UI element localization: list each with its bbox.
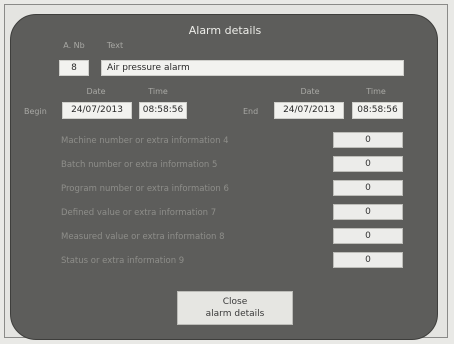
- alarm-details-dialog: Alarm details A. Nb Text 8 Air pressure …: [10, 14, 438, 340]
- begin-label: Begin: [24, 107, 47, 116]
- begin-date-field: 24/07/2013: [62, 102, 132, 119]
- begin-date-label: Date: [86, 87, 106, 96]
- alarm-number-label: A. Nb: [63, 41, 85, 50]
- info-row-value-9[interactable]: 0: [333, 252, 403, 268]
- alarm-text-field: Air pressure alarm: [101, 60, 404, 76]
- info-row-label-8: Measured value or extra information 8: [61, 232, 225, 242]
- dialog-title: Alarm details: [188, 24, 262, 37]
- info-row-label-9: Status or extra information 9: [61, 256, 185, 266]
- info-row-value-4[interactable]: 0: [333, 132, 403, 148]
- end-time-field: 08:58:56: [352, 102, 403, 119]
- alarm-text-label: Text: [106, 41, 124, 50]
- info-row-label-6: Program number or extra information 6: [61, 184, 229, 194]
- close-button-line1: Close: [222, 297, 248, 307]
- end-date-label: Date: [300, 87, 320, 96]
- info-row-value-5[interactable]: 0: [333, 156, 403, 172]
- close-button-line2: alarm details: [205, 309, 265, 319]
- begin-time-label: Time: [148, 87, 168, 96]
- info-row-value-8[interactable]: 0: [333, 228, 403, 244]
- info-row-label-4: Machine number or extra information 4: [61, 136, 229, 146]
- end-label: End: [243, 107, 259, 116]
- close-alarm-details-button[interactable]: Close alarm details: [177, 291, 293, 325]
- end-date-field: 24/07/2013: [274, 102, 344, 119]
- info-row-value-6[interactable]: 0: [333, 180, 403, 196]
- end-time-label: Time: [366, 87, 386, 96]
- info-row-value-7[interactable]: 0: [333, 204, 403, 220]
- begin-time-field: 08:58:56: [139, 102, 187, 119]
- info-row-label-7: Defined value or extra information 7: [61, 208, 217, 218]
- alarm-number-field: 8: [59, 60, 89, 76]
- info-row-label-5: Batch number or extra information 5: [61, 160, 218, 170]
